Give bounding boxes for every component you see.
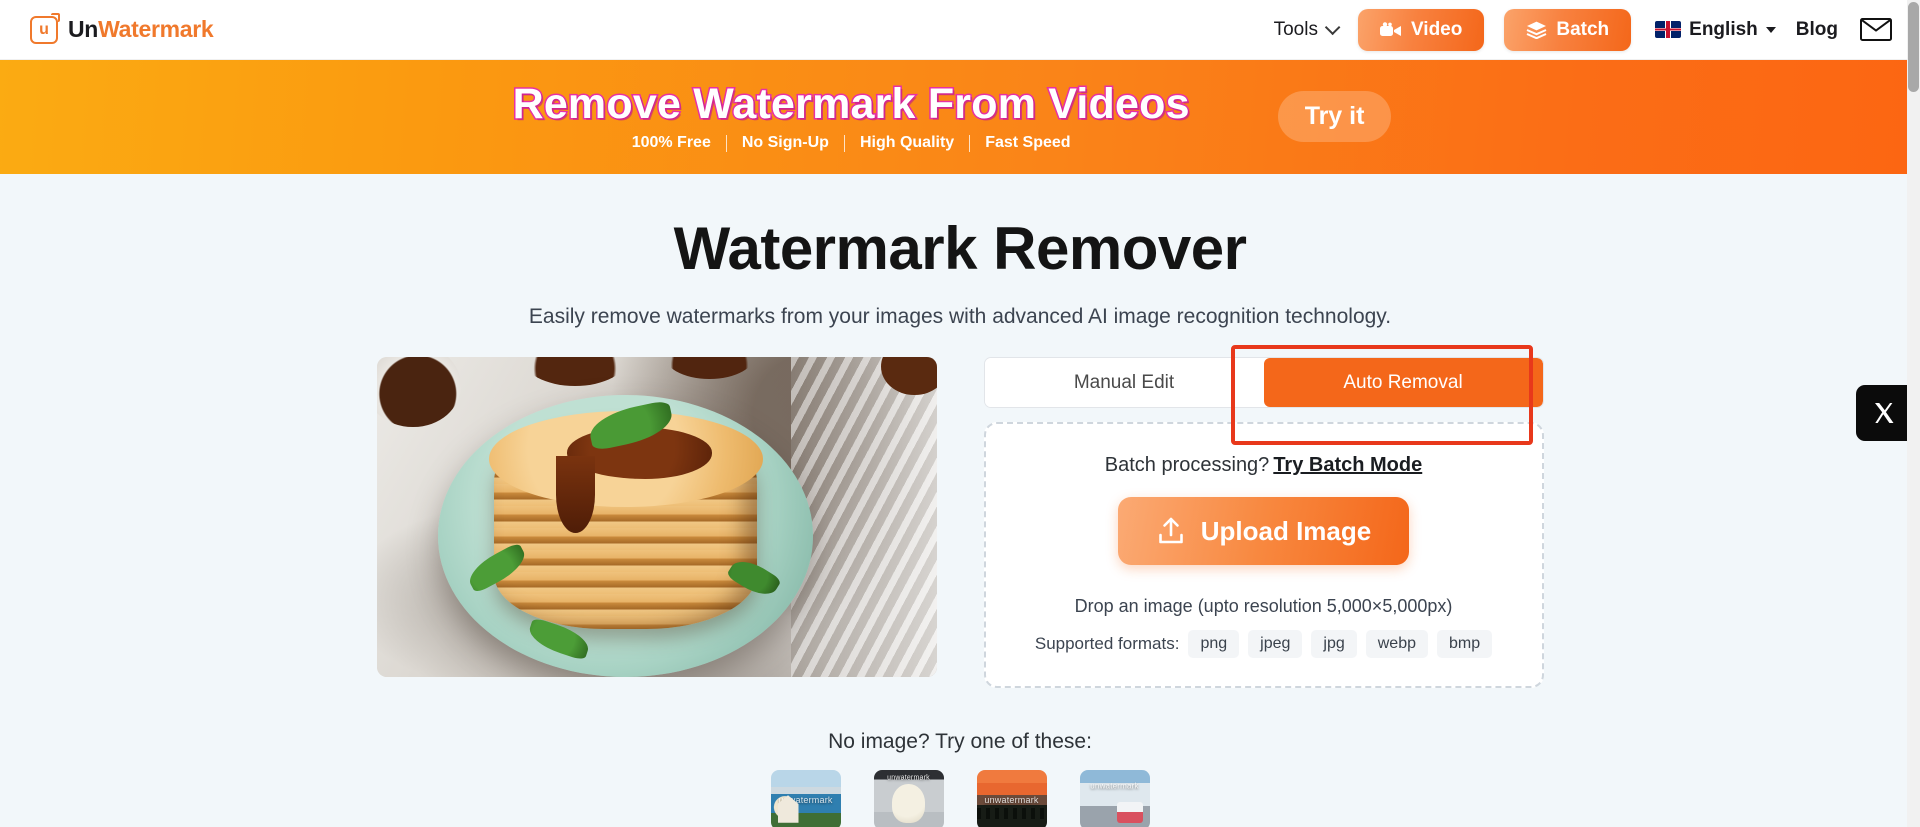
drop-hint-text: Drop an image (upto resolution 5,000×5,0… bbox=[1074, 596, 1453, 616]
sample-thumb-house-coast[interactable]: unwatermark bbox=[770, 770, 841, 827]
tab-auto-removal[interactable]: Auto Removal bbox=[1263, 358, 1543, 407]
sample-images-row: unwatermark unwatermark unwatermark unwa… bbox=[0, 770, 1920, 827]
preview-syrup-drip bbox=[555, 456, 595, 533]
sample-thumb-cat[interactable]: unwatermark bbox=[873, 770, 944, 827]
format-chip-webp: webp bbox=[1365, 630, 1428, 658]
format-chip-png: png bbox=[1188, 630, 1240, 658]
supported-formats-row: Supported formats: png jpeg jpg webp bmp bbox=[1034, 630, 1493, 658]
format-chip-jpg: jpg bbox=[1311, 630, 1357, 658]
uk-flag-icon bbox=[1655, 21, 1682, 38]
nav-tools-label: Tools bbox=[1273, 18, 1318, 40]
page-root: u UnWatermark Tools Video Batch English … bbox=[0, 0, 1920, 827]
workspace-row: Manual Edit Auto Removal Batch processin… bbox=[0, 345, 1920, 688]
mode-tabs: Manual Edit Auto Removal bbox=[983, 357, 1544, 408]
logo-text-watermark: Watermark bbox=[98, 16, 214, 42]
sample-images-title: No image? Try one of these: bbox=[828, 730, 1092, 753]
sample-thumb-bus-mountains[interactable]: unwatermark bbox=[1079, 770, 1150, 827]
logo-text: UnWatermark bbox=[68, 16, 214, 43]
promo-feature-0: 100% Free bbox=[631, 134, 711, 152]
tab-manual-edit[interactable]: Manual Edit bbox=[984, 358, 1264, 407]
logo-mark-letter: u bbox=[39, 20, 49, 38]
format-chip-bmp: bmp bbox=[1437, 630, 1493, 658]
video-button-label: Video bbox=[1410, 18, 1463, 40]
nav-link-blog[interactable]: Blog bbox=[1796, 19, 1838, 41]
sample-watermark-label: unwatermark bbox=[778, 795, 833, 805]
layers-icon bbox=[1526, 21, 1547, 39]
format-chip-jpeg: jpeg bbox=[1248, 630, 1303, 658]
page-scrollbar[interactable] bbox=[1907, 0, 1920, 827]
page-title: Watermark Remover bbox=[673, 215, 1247, 282]
page-subtitle: Easily remove watermarks from your image… bbox=[528, 305, 1392, 328]
supported-formats-label: Supported formats: bbox=[1034, 634, 1180, 653]
video-camera-icon bbox=[1379, 21, 1401, 36]
batch-prompt-label: Batch processing? bbox=[1104, 454, 1270, 476]
upload-arrow-icon bbox=[1158, 517, 1183, 544]
batch-button[interactable]: Batch bbox=[1504, 8, 1632, 51]
language-selector[interactable]: English bbox=[1655, 19, 1776, 41]
logo-text-un: Un bbox=[68, 16, 99, 42]
promo-feature-1: No Sign-Up bbox=[741, 134, 829, 152]
sample-thumb-sunset-crowd[interactable]: unwatermark bbox=[976, 770, 1047, 827]
envelope-glyph bbox=[1860, 18, 1892, 41]
promo-feature-2: High Quality bbox=[859, 134, 955, 152]
nav-tools-dropdown[interactable]: Tools bbox=[1272, 15, 1341, 45]
header-nav: Tools Video Batch English Blog bbox=[1272, 8, 1892, 51]
upload-image-label: Upload Image bbox=[1200, 515, 1372, 546]
sample-watermark-label: unwatermark bbox=[887, 774, 930, 782]
video-button[interactable]: Video bbox=[1357, 8, 1485, 51]
language-label: English bbox=[1689, 18, 1758, 40]
sample-watermark-label: unwatermark bbox=[984, 795, 1039, 805]
site-logo[interactable]: u UnWatermark bbox=[30, 12, 214, 44]
promo-banner-features: 100% Free No Sign-Up High Quality Fast S… bbox=[513, 134, 1190, 152]
promo-banner: Remove Watermark From Videos 100% Free N… bbox=[0, 60, 1920, 174]
main-content: Watermark Remover Easily remove watermar… bbox=[0, 174, 1920, 827]
sample-watermark-label: unwatermark bbox=[1090, 781, 1139, 791]
try-it-button[interactable]: Try it bbox=[1277, 91, 1392, 143]
promo-banner-inner: Remove Watermark From Videos 100% Free N… bbox=[511, 79, 1392, 152]
upload-panel: Manual Edit Auto Removal Batch processin… bbox=[983, 345, 1544, 688]
upload-dropzone[interactable]: Batch processing? Try Batch Mode Upload I… bbox=[983, 422, 1544, 688]
envelope-icon[interactable] bbox=[1860, 18, 1892, 41]
x-social-widget[interactable] bbox=[1856, 385, 1912, 441]
preview-cloth bbox=[790, 357, 937, 677]
site-header: u UnWatermark Tools Video Batch English … bbox=[0, 0, 1920, 60]
batch-button-label: Batch bbox=[1556, 18, 1610, 40]
promo-feature-3: Fast Speed bbox=[985, 134, 1071, 152]
sample-images-section: No image? Try one of these: unwatermark … bbox=[0, 730, 1920, 827]
scrollbar-thumb[interactable] bbox=[1908, 2, 1919, 92]
preview-image bbox=[376, 357, 937, 677]
chevron-down-icon bbox=[1324, 19, 1341, 36]
promo-banner-texts: Remove Watermark From Videos 100% Free N… bbox=[511, 79, 1191, 152]
promo-banner-title: Remove Watermark From Videos bbox=[511, 79, 1191, 128]
try-batch-mode-link[interactable]: Try Batch Mode bbox=[1273, 454, 1422, 476]
x-social-icon bbox=[1875, 403, 1894, 423]
logo-mark-icon: u bbox=[30, 12, 60, 44]
upload-image-button[interactable]: Upload Image bbox=[1117, 497, 1410, 565]
caret-down-icon bbox=[1765, 26, 1776, 33]
batch-processing-line: Batch processing? Try Batch Mode bbox=[1105, 454, 1422, 477]
